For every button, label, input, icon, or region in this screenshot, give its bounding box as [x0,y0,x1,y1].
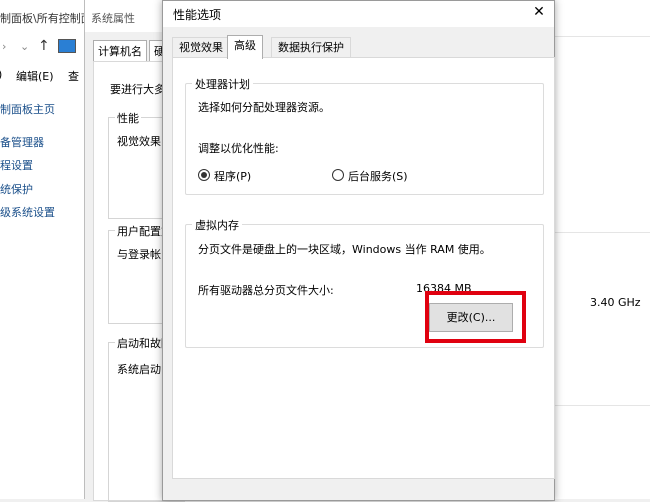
chevron-down-icon[interactable]: ⌄ [20,40,29,53]
forward-icon[interactable]: › [2,40,6,53]
link-remote-settings[interactable]: 程设置 [0,157,33,173]
tab-computer-name[interactable]: 计算机名 [93,40,147,62]
link-system-protection[interactable]: 统保护 [0,181,33,197]
menu-file-fragment[interactable]: ) [0,68,2,81]
radio-background-services[interactable] [332,169,344,181]
group-performance-text: 视觉效果 [117,135,161,148]
menu-view[interactable]: 查 [68,68,79,84]
tab-visual-effects[interactable]: 视觉效果 [172,37,230,58]
dialog-titlebar: 性能选项 ✕ [163,1,554,27]
divider [553,36,650,37]
close-icon[interactable]: ✕ [530,4,548,20]
link-advanced-system-settings[interactable]: 级系统设置 [0,204,55,220]
processor-scheduling-label: 处理器计划 [192,76,253,92]
breadcrumb-text: 制面板\所有控制面 [0,12,92,25]
adjust-label: 调整以优化性能: [198,142,279,155]
virtual-memory-desc: 分页文件是硬盘上的一块区域，Windows 当作 RAM 使用。 [198,243,491,256]
paging-total-label: 所有驱动器总分页文件大小: [198,284,334,297]
intro-text: 要进行大多 [110,83,165,96]
divider [553,232,650,233]
performance-options-dialog: 性能选项 ✕ 视觉效果 高级 数据执行保护 处理器计划 选择如何分配处理器资源。… [162,0,555,501]
background-window-right [553,0,650,499]
processor-scheduling-group: 处理器计划 选择如何分配处理器资源。 调整以优化性能: 程序(P) 后台服务(S… [185,76,544,195]
computer-icon [58,39,76,53]
virtual-memory-label: 虚拟内存 [192,217,242,233]
radio-programs-label[interactable]: 程序(P) [214,168,251,184]
dialog-title: 性能选项 [173,8,222,22]
radio-programs[interactable] [198,169,210,181]
system-properties-title: 系统属性 [91,12,135,25]
cpu-speed-value: 3.40 GHz [590,296,641,309]
highlight-box [425,291,526,343]
up-arrow-icon[interactable]: ↑ [38,38,50,54]
menu-bar: ) 编辑(E) 查 [0,66,90,86]
processor-scheduling-desc: 选择如何分配处理器资源。 [198,101,330,114]
radio-background-services-label[interactable]: 后台服务(S) [348,168,408,184]
menu-edit[interactable]: 编辑(E) [16,68,54,84]
divider [553,405,650,406]
link-control-panel-home[interactable]: 制面板主页 [0,101,55,117]
breadcrumb[interactable]: 制面板\所有控制面 [0,0,92,30]
tab-data-execution-prevention[interactable]: 数据执行保护 [271,37,351,58]
advanced-tab-panel: 处理器计划 选择如何分配处理器资源。 调整以优化性能: 程序(P) 后台服务(S… [172,57,555,479]
tab-advanced[interactable]: 高级 [227,35,263,59]
link-device-manager[interactable]: 备管理器 [0,134,44,150]
group-startup-recovery-text: 系统启动 [117,363,161,376]
group-user-profiles-text: 与登录帐 [117,248,161,261]
group-performance-label: 性能 [115,110,141,126]
nav-bar: › ⌄ ↑ [0,34,90,60]
